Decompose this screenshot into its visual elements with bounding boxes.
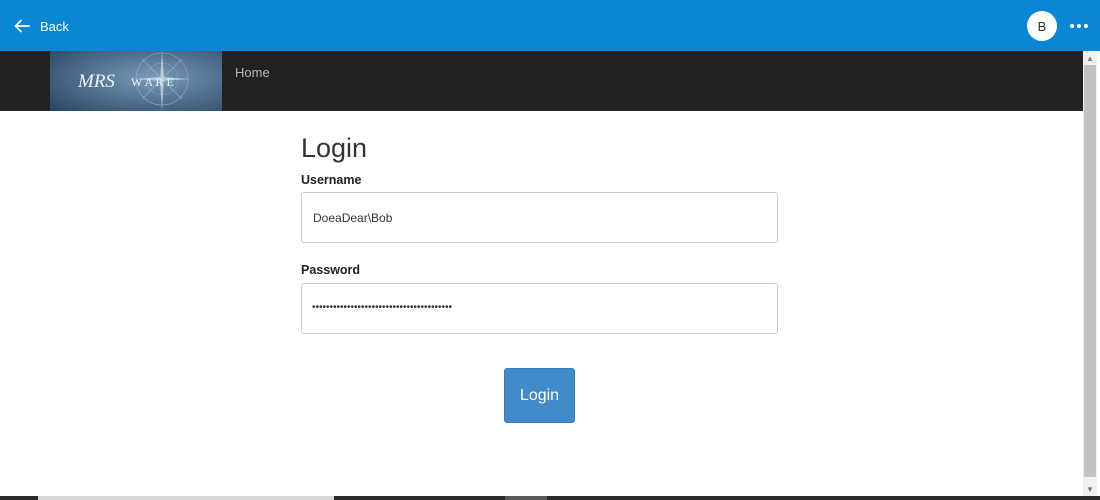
password-label: Password — [301, 263, 361, 277]
nav-home-link[interactable]: Home — [235, 65, 270, 80]
username-label: Username — [301, 173, 362, 187]
arrow-left-icon — [14, 19, 30, 33]
user-avatar[interactable]: B — [1027, 11, 1057, 41]
web-content: MRS W A R E Home Login Username Password… — [0, 51, 1083, 496]
bottom-strip-segment — [38, 496, 334, 500]
more-horizontal-icon-dot — [1084, 24, 1088, 28]
app-header: Back B — [0, 0, 1100, 51]
more-horizontal-icon-dot — [1070, 24, 1074, 28]
more-horizontal-icon-dot — [1077, 24, 1081, 28]
brand-logo[interactable]: MRS W A R E — [50, 51, 222, 111]
logo-text-main: MRS — [77, 71, 115, 92]
bottom-strip-segment — [505, 496, 547, 500]
mrsware-logo-image: MRS W A R E — [50, 51, 222, 111]
more-options-button[interactable] — [1066, 14, 1092, 38]
site-navbar: MRS W A R E Home — [0, 51, 1083, 111]
bottom-strip — [0, 496, 1100, 500]
logo-text-rest: W A R E — [131, 75, 174, 89]
scroll-up-arrow-icon[interactable]: ▲ — [1083, 51, 1097, 65]
username-field[interactable] — [301, 192, 778, 243]
password-masked-value: •••••••••••••••••••••••••••••••••••••••• — [312, 302, 453, 313]
vertical-scrollbar[interactable]: ▲ ▼ — [1083, 51, 1097, 496]
scrollbar-thumb[interactable] — [1084, 65, 1096, 477]
page-title: Login — [301, 133, 368, 163]
back-button[interactable]: Back — [14, 14, 69, 38]
back-label: Back — [40, 18, 69, 34]
scroll-down-arrow-icon[interactable]: ▼ — [1083, 482, 1097, 496]
login-button[interactable]: Login — [504, 368, 575, 423]
